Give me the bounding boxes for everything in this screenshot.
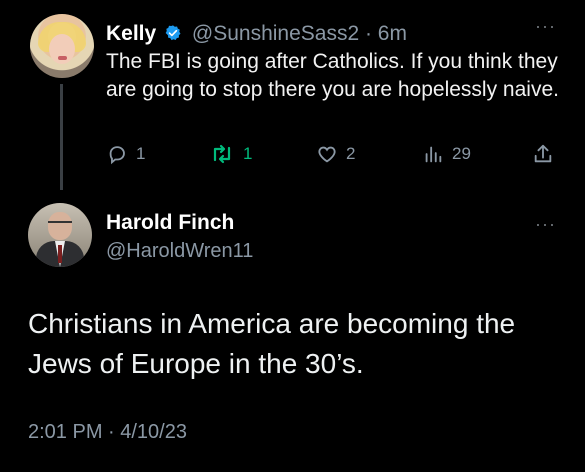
views-button[interactable]: 29: [422, 143, 471, 165]
reply-count: 1: [136, 144, 146, 163]
retweet-count: 1: [243, 144, 253, 163]
verified-badge-icon: [164, 24, 182, 48]
tweet-header: Kelly @SunshineSass2 · 6m: [106, 22, 407, 48]
avatar-lips: [58, 56, 67, 60]
more-options-icon[interactable]: ···: [535, 16, 556, 37]
retweet-icon: [213, 144, 231, 164]
tweet-timestamp[interactable]: 2:01 PM · 4/10/23: [28, 421, 187, 444]
tweet-text: Christians in America are becoming the J…: [28, 308, 516, 379]
avatar[interactable]: [28, 203, 92, 267]
views-chart-icon: [425, 146, 442, 163]
more-options-icon[interactable]: ···: [535, 214, 556, 235]
reply-button[interactable]: 1: [106, 143, 145, 165]
like-button[interactable]: 2: [316, 143, 355, 165]
avatar-tie: [58, 245, 62, 263]
share-button[interactable]: [532, 143, 554, 165]
avatar-glasses: [48, 221, 72, 229]
display-name[interactable]: Harold Finch: [106, 211, 234, 235]
retweet-button[interactable]: 1: [209, 143, 252, 165]
views-count: 29: [452, 144, 471, 163]
thread-line: [60, 84, 63, 190]
tweet-harold[interactable]: Harold Finch @HaroldWren11 ··· Christian…: [0, 200, 585, 472]
display-name[interactable]: Kelly: [106, 22, 156, 45]
tweet-actions: 1 1 2 29: [106, 143, 561, 169]
handle-and-time[interactable]: @SunshineSass2 · 6m: [192, 22, 407, 45]
like-count: 2: [346, 144, 356, 163]
reply-icon: [109, 146, 125, 165]
tweet-text: The FBI is going after Catholics. If you…: [106, 50, 559, 101]
avatar[interactable]: [30, 14, 94, 78]
handle[interactable]: @HaroldWren11: [106, 240, 253, 263]
heart-icon: [318, 146, 336, 163]
share-icon: [534, 144, 552, 163]
tweet-kelly[interactable]: Kelly @SunshineSass2 · 6m ··· The FBI is…: [0, 0, 585, 200]
